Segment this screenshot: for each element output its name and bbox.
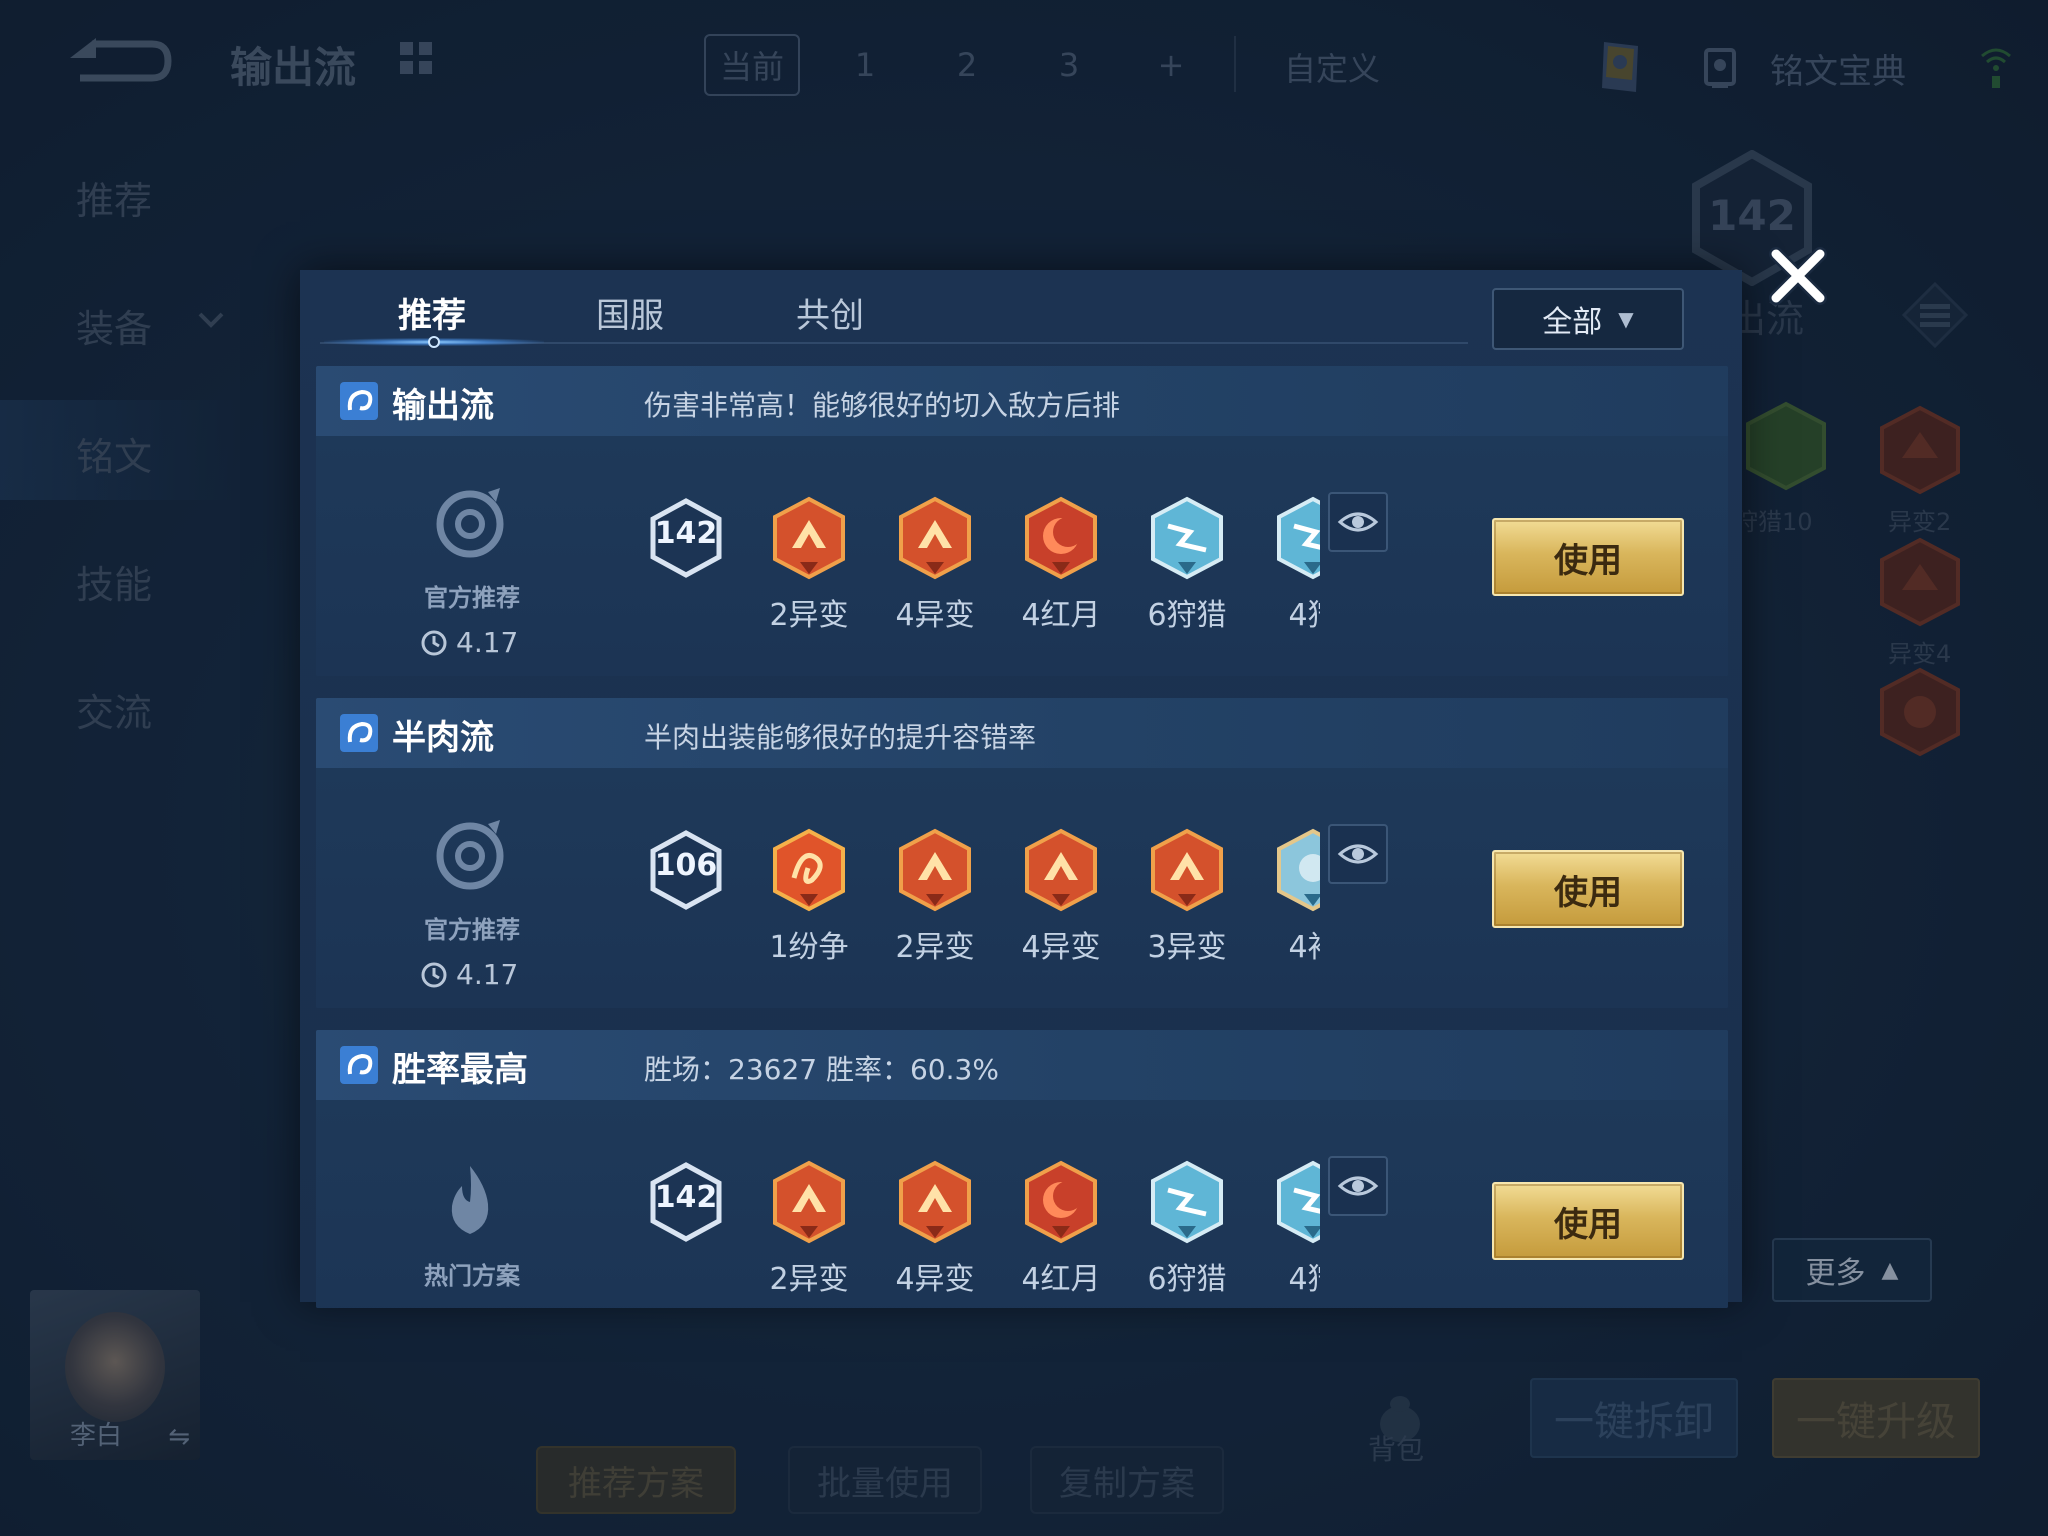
eye-icon[interactable] [1328,492,1388,552]
eye-icon[interactable] [1328,1156,1388,1216]
mutation-rune-icon [773,1160,845,1244]
mutation-rune-icon [1151,828,1223,912]
spiral-logo-icon [340,714,378,752]
rune-item[interactable]: 4红月 [998,1160,1124,1308]
plan-card: 胜率最高 胜场：23627 胜率：60.3% 热门方案 142 2异变 4异变 … [316,1030,1728,1308]
rune-label: 4红月 [1021,598,1101,633]
date-text: 4.17 [456,958,519,991]
rune-item[interactable]: 4异变 [998,828,1124,978]
card-title: 半肉流 [392,718,494,758]
card-header: 输出流 伤害非常高！能够很好的切入敌方后排 [316,366,1728,436]
level-value: 142 [654,1180,718,1215]
clock-icon [421,630,447,655]
mutation-rune-icon [899,828,971,912]
rune-label: 2异变 [769,598,849,633]
filter-dropdown[interactable]: 全部 ▼ [1492,288,1684,350]
rune-label: 2异变 [769,1262,849,1297]
level-value: 106 [654,848,718,883]
hunt-rune-icon [1277,828,1320,912]
card-description: 半肉出装能够很好的提升容错率 [644,721,1037,754]
rune-label: 2异变 [895,930,975,965]
rune-item[interactable]: 4狩 [1250,496,1320,646]
level-value: 142 [654,516,718,551]
hunt-rune-icon [1151,496,1223,580]
strife-rune-icon [773,828,845,912]
official-badge-icon [436,488,504,558]
rune-item[interactable]: 4狩 [1250,1160,1320,1308]
date-row: 4.17 [420,626,518,659]
spiral-logo-icon [340,1046,378,1084]
card-body: 热门方案 142 2异变 4异变 4红月 6狩猎 4 使用 [316,1100,1728,1308]
rune-label: 4异变 [895,1262,975,1297]
close-icon[interactable] [1766,244,1830,308]
rune-item[interactable]: 6狩猎 [1124,1160,1250,1308]
rune-list: 2异变 4异变 4红月 6狩猎 4 [746,496,1320,646]
rune-item[interactable]: 4异变 [872,1160,998,1308]
source-label: 官方推荐 [424,916,520,944]
mutation-rune-icon [1025,828,1097,912]
rune-label: 3异变 [1147,930,1227,965]
rune-label: 6狩猎 [1147,1262,1227,1297]
red-moon-rune-icon [1025,1160,1097,1244]
card-header: 半肉流 半肉出装能够很好的提升容错率 [316,698,1728,768]
rune-item[interactable]: 6狩猎 [1124,496,1250,646]
card-title: 输出流 [392,386,494,426]
rune-item[interactable]: 1纷争 [746,828,872,978]
hunt-rune-icon [1277,496,1320,580]
date-text: 4.17 [456,626,519,659]
tab-co-create[interactable]: 共创 [796,288,864,337]
spiral-logo-icon [340,382,378,420]
source-label: 热门方案 [424,1262,520,1290]
rune-label: 1纷争 [769,930,849,965]
rune-label: 6狩猎 [1147,598,1227,633]
rune-label: 4异变 [1021,930,1101,965]
rune-list: 2异变 4异变 4红月 6狩猎 4 [746,1160,1320,1308]
rune-item[interactable]: 2异变 [746,1160,872,1308]
use-button[interactable]: 使用 [1492,1182,1684,1260]
rune-recommend-modal: 推荐 国服 共创 全部 ▼ 输出流 伤害非常高！能够很好的切入敌方后排 官方推荐 [300,270,1742,1308]
mutation-rune-icon [899,1160,971,1244]
official-badge-icon [436,820,504,890]
fire-icon [451,1166,489,1234]
card-description: 胜场：23627 胜率：60.3% [644,1053,999,1086]
card-header: 胜率最高 胜场：23627 胜率：60.3% [316,1030,1728,1100]
filter-label: 全部 [1542,305,1603,340]
rune-item[interactable]: 4红月 [998,496,1124,646]
card-body: 官方推荐 4.17 106 1纷争 2异变 4异变 3异变 4 使用 [316,768,1728,1008]
rune-label: 4红月 [1021,1262,1101,1297]
plan-card: 输出流 伤害非常高！能够很好的切入敌方后排 官方推荐 4.17 142 2异变 … [316,366,1728,676]
rune-label: 4狩 [1288,1262,1320,1297]
rune-item[interactable]: 4衫 [1250,828,1320,978]
rune-list: 1纷争 2异变 4异变 3异变 4 [746,828,1320,978]
rune-label: 4异变 [895,598,975,633]
rune-label: 4衫 [1288,930,1320,965]
clock-icon [421,962,447,987]
rune-item[interactable]: 3异变 [1124,828,1250,978]
rune-item[interactable]: 4异变 [872,496,998,646]
use-button[interactable]: 使用 [1492,850,1684,928]
tab-national-server[interactable]: 国服 [596,288,664,337]
date-row: 4.17 [420,958,518,991]
plan-card: 半肉流 半肉出装能够很好的提升容错率 官方推荐 4.17 106 1纷争 2异变… [316,698,1728,1008]
card-body: 官方推荐 4.17 142 2异变 4异变 4红月 6狩猎 4 使用 [316,436,1728,676]
card-description: 伤害非常高！能够很好的切入敌方后排 [644,389,1121,422]
rune-item[interactable]: 2异变 [872,828,998,978]
rune-item[interactable]: 2异变 [746,496,872,646]
rune-label: 4狩 [1288,598,1320,633]
mutation-rune-icon [899,496,971,580]
eye-icon[interactable] [1328,824,1388,884]
mutation-rune-icon [773,496,845,580]
active-tab-dot [428,336,440,348]
use-button[interactable]: 使用 [1492,518,1684,596]
hunt-rune-icon [1277,1160,1320,1244]
card-title: 胜率最高 [392,1050,528,1090]
red-moon-rune-icon [1025,496,1097,580]
hunt-rune-icon [1151,1160,1223,1244]
chevron-down-icon: ▼ [1618,307,1634,331]
tab-recommend[interactable]: 推荐 [398,288,466,337]
source-label: 官方推荐 [424,584,520,612]
